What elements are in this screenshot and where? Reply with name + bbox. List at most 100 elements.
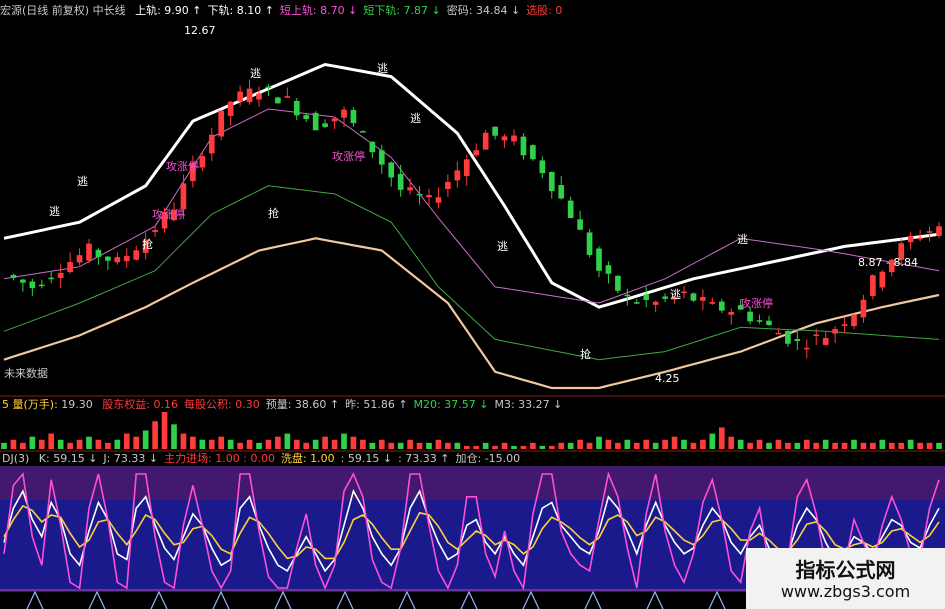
candle-body <box>322 123 328 127</box>
volume-bar <box>265 439 272 449</box>
volume-bar <box>38 439 45 449</box>
volume-bar <box>539 445 546 449</box>
signal-limit_up-14: 攻涨停 <box>740 297 773 310</box>
candle-body <box>454 170 461 181</box>
volume-bar <box>662 439 668 449</box>
header-item-3: 短下轨: 7.87 ↓ <box>363 4 441 17</box>
candle-body <box>879 271 886 288</box>
candle-body <box>227 101 234 116</box>
candle-body <box>48 277 55 280</box>
candle-body <box>95 249 102 257</box>
candle-body <box>426 195 432 198</box>
volume-bar <box>841 442 848 449</box>
candle-body <box>822 338 829 345</box>
volume-bar <box>671 436 678 449</box>
candle-body <box>360 131 366 133</box>
header-item-5: 选股: 0 <box>526 4 563 17</box>
candle-body <box>10 274 17 278</box>
candle-body <box>256 93 262 100</box>
candle-body <box>350 109 357 124</box>
signal-grab-9: 抢 <box>268 207 279 220</box>
volume-item-4: M20: 37.57 ↓ <box>413 398 489 411</box>
volume-bar <box>870 442 876 449</box>
candle-body <box>246 88 253 103</box>
volume-bar <box>86 436 92 449</box>
volume-bar <box>256 442 262 449</box>
volume-bar <box>67 442 73 449</box>
candle-body <box>482 132 489 150</box>
high-price-label: 12.67 <box>184 24 216 37</box>
candle-body <box>208 134 215 154</box>
volume-bar <box>199 439 206 449</box>
volume-bar <box>700 439 706 449</box>
candle-body <box>378 150 385 165</box>
candle-body <box>860 299 867 318</box>
volume-bar <box>180 433 187 449</box>
signal-escape-6: 逃 <box>670 288 681 301</box>
candle-body <box>794 339 801 342</box>
volume-bar <box>577 439 583 449</box>
volume-bar <box>709 433 716 449</box>
candle-body <box>548 172 555 192</box>
candle-body <box>643 294 650 301</box>
watermark-url: www.zbgs3.com <box>780 582 911 601</box>
candle-body <box>86 243 92 261</box>
volume-bar <box>208 439 215 449</box>
volume-bar <box>303 442 310 449</box>
volume-bar <box>652 442 659 449</box>
volume-bar <box>237 442 243 449</box>
volume-bar <box>473 445 480 449</box>
candle-body <box>615 275 621 291</box>
candle-body <box>690 293 697 301</box>
candle-body <box>709 301 716 304</box>
volume-bar <box>218 436 225 449</box>
range-label: 8.87 - 8.84 <box>858 256 918 269</box>
volume-bar <box>275 436 281 449</box>
candle-body <box>29 281 36 289</box>
candle-body <box>435 197 442 203</box>
volume-bar <box>624 439 631 449</box>
candle-body <box>539 160 546 174</box>
volume-bar <box>530 442 536 449</box>
signal-escape-2: 逃 <box>250 67 261 80</box>
volume-bar <box>48 433 55 449</box>
volume-bar <box>926 442 933 449</box>
candle-body <box>766 320 772 326</box>
signal-escape-5: 逃 <box>497 240 508 253</box>
volume-bar <box>785 442 791 449</box>
candle-body <box>747 311 753 322</box>
candle-body <box>520 136 527 156</box>
signal-escape-4: 逃 <box>410 112 421 125</box>
volume-bar <box>114 439 121 449</box>
volume-bar <box>520 445 527 449</box>
header-item-1: 下轨: 8.10 ↑ <box>207 4 274 17</box>
volume-bar <box>605 439 612 449</box>
signal-escape-7: 逃 <box>737 233 748 246</box>
candle-body <box>775 332 782 335</box>
candle-body <box>530 145 536 160</box>
volume-bar <box>737 439 744 449</box>
volume-bar <box>29 436 36 449</box>
volume-bar <box>596 436 602 449</box>
volume-bar <box>718 427 725 449</box>
volume-bar <box>681 439 687 449</box>
candle-body <box>180 183 187 210</box>
header-item-4: 密码: 34.84 ↓ <box>446 4 521 17</box>
candle-body <box>785 331 791 344</box>
volume-bar <box>643 439 650 449</box>
candle-body <box>312 112 319 131</box>
candle-body <box>511 135 517 142</box>
volume-bar <box>350 436 357 449</box>
candle-body <box>718 301 725 311</box>
volume-value: 19.30 <box>61 398 93 411</box>
volume-title: 5 量(万手): <box>2 398 58 411</box>
volume-bar <box>322 436 328 449</box>
candle-body <box>38 284 45 287</box>
candle-body <box>293 100 300 116</box>
volume-bar <box>936 442 942 449</box>
candle-body <box>633 302 640 304</box>
kdj-item-1: J: 73.33 ↓ <box>103 452 159 465</box>
volume-bar <box>76 439 83 449</box>
kdj-overbought-zone <box>0 466 945 500</box>
candle-body <box>577 219 583 230</box>
